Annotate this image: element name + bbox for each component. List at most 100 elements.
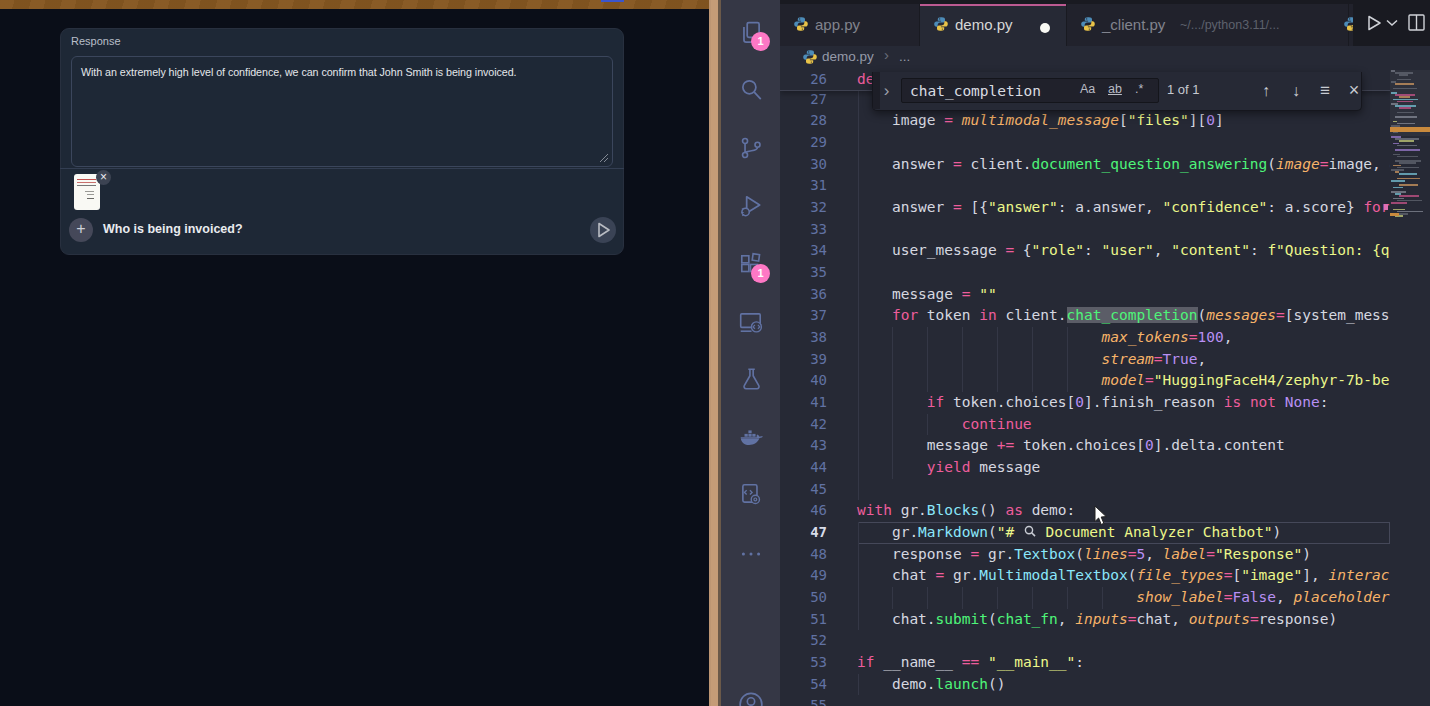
code-text: model="HuggingFaceH4/zephyr-7b-beta") [857, 370, 1424, 392]
response-textarea[interactable]: With an extremely high level of confiden… [71, 56, 613, 167]
code-line: 49 chat = gr.MultimodalTextbox(file_type… [780, 565, 1430, 587]
attachment-remove-button[interactable]: × [96, 170, 111, 185]
minimap-line [1397, 79, 1411, 81]
code-line: 38 max_tokens=100, [780, 327, 1430, 349]
minimap-line [1399, 140, 1414, 142]
line-number: 52 [780, 630, 827, 652]
line-number: 55 [780, 695, 827, 706]
code-line: 45 [780, 479, 1430, 501]
response-text: With an extremely high level of confiden… [81, 65, 591, 79]
line-number: 50 [780, 587, 827, 609]
run-dropdown-chevron-icon[interactable] [1386, 19, 1398, 27]
modified-dot-icon[interactable] [1040, 23, 1050, 33]
code-line: 28 image = multimodal_message["files"][0… [780, 110, 1430, 132]
whole-word-icon[interactable]: ab [1108, 82, 1122, 96]
code-text: answer = client.document_question_answer… [857, 154, 1430, 176]
activity-source-control-icon[interactable] [732, 129, 770, 167]
line-number: 36 [780, 284, 827, 306]
match-case-icon[interactable]: Aa [1080, 82, 1095, 96]
activity-remote-explorer-icon[interactable] [732, 303, 770, 341]
breadcrumb-chevron-icon: › [884, 46, 889, 63]
code-text: continue [857, 414, 1032, 436]
line-number: 51 [780, 609, 827, 631]
code-line: 42 continue [780, 414, 1430, 436]
editor-actions [1353, 0, 1430, 46]
line-number: 40 [780, 370, 827, 392]
python-file-icon [802, 49, 818, 65]
code-text: chat = gr.MultimodalTextbox(file_types=[… [857, 565, 1430, 587]
activity-run-debug-icon[interactable] [732, 187, 770, 225]
code-line: 37 for token in client.chat_completion(m… [780, 305, 1430, 327]
find-close-button[interactable]: × [1341, 76, 1367, 105]
editor-tabs: app.py demo.py _client.py ~/.../python3.… [780, 0, 1430, 46]
activity-bar: 11 [721, 0, 780, 706]
screen: Response With an extremely high level of… [0, 0, 1430, 706]
find-widget: › chat_completion Aa ab .* 1 of 1 ↑ ↓ ≡ … [872, 72, 1362, 111]
activity-docker-icon[interactable] [732, 419, 770, 457]
tab-client-py[interactable]: _client.py ~/.../python3.11/... [1067, 4, 1348, 46]
breadcrumb-symbol[interactable]: ... [899, 49, 910, 64]
activity-testing-icon[interactable] [732, 360, 770, 398]
code-editor[interactable]: 27 question = multimodal_message["text"]… [780, 67, 1430, 706]
code-text: user_message = {"role": "user", "content… [857, 240, 1430, 262]
code-line: 50 show_label=False, placeholder="Ask a … [780, 587, 1430, 609]
tab-label: demo.py [955, 16, 1013, 33]
code-text: message = "" [857, 284, 997, 306]
code-line: 52 [780, 630, 1430, 652]
line-number: 46 [780, 500, 827, 522]
line-number: 35 [780, 262, 827, 284]
activity-more-icon[interactable] [732, 535, 770, 573]
tab-label: app.py [815, 16, 860, 33]
code-line: 43 message += token.choices[0].delta.con… [780, 435, 1430, 457]
find-in-selection-button[interactable]: ≡ [1312, 76, 1338, 105]
find-results-count: 1 of 1 [1167, 82, 1200, 97]
chat-input[interactable]: Who is being invoiced? [103, 222, 243, 236]
regex-icon[interactable]: .* [1135, 82, 1143, 96]
activity-search-icon[interactable] [732, 71, 770, 109]
line-number: 43 [780, 435, 827, 457]
split-editor-button[interactable] [1408, 14, 1426, 32]
add-attachment-button[interactable]: + [69, 218, 93, 242]
line-number: 54 [780, 674, 827, 696]
send-button[interactable] [590, 217, 616, 243]
find-collapse-chevron[interactable]: › [878, 72, 895, 109]
python-file-icon [793, 16, 809, 32]
minimap-line [1397, 101, 1413, 103]
code-line: 54 demo.launch() [780, 674, 1430, 696]
minimap[interactable] [1390, 67, 1430, 706]
line-number: 27 [780, 89, 827, 111]
textarea-resize-handle[interactable] [600, 154, 608, 162]
activity-badge: 1 [751, 32, 770, 51]
tab-demo-py[interactable]: demo.py [920, 4, 1066, 46]
find-next-button[interactable]: ↓ [1283, 76, 1309, 105]
code-text: demo.launch() [857, 674, 1005, 696]
activity-account-icon[interactable] [732, 683, 770, 706]
run-button[interactable] [1364, 13, 1384, 33]
code-line: 34 user_message = {"role": "user", "cont… [780, 240, 1430, 262]
minimap-line [1393, 88, 1417, 90]
code-text: show_label=False, placeholder="Ask a que… [857, 587, 1430, 609]
tab-label: _client.py [1102, 16, 1165, 33]
line-number: 47 [780, 522, 827, 544]
line-number: 29 [780, 132, 827, 154]
line-number: 30 [780, 154, 827, 176]
code-line: 53if __name__ == "__main__": [780, 652, 1430, 674]
line-number: 42 [780, 414, 827, 436]
minimap-line [1399, 162, 1416, 164]
breadcrumb[interactable]: demo.py › ... [780, 46, 1430, 67]
find-input[interactable]: chat_completion Aa ab .* [901, 78, 1159, 103]
line-number: 48 [780, 544, 827, 566]
window-divider[interactable] [709, 0, 721, 706]
activity-task-runner-icon[interactable] [732, 475, 770, 513]
code-line: 40 model="HuggingFaceH4/zephyr-7b-beta") [780, 370, 1430, 392]
line-number: 31 [780, 175, 827, 197]
line-number: 45 [780, 479, 827, 501]
find-previous-button[interactable]: ↑ [1253, 76, 1279, 105]
line-number: 38 [780, 327, 827, 349]
code-line: 33 [780, 219, 1430, 241]
line-number: 33 [780, 219, 827, 241]
code-line: 55 [780, 695, 1430, 706]
breadcrumb-file[interactable]: demo.py [822, 49, 874, 64]
browser-topbar-accent [601, 0, 624, 2]
tab-app-py[interactable]: app.py [780, 4, 919, 46]
